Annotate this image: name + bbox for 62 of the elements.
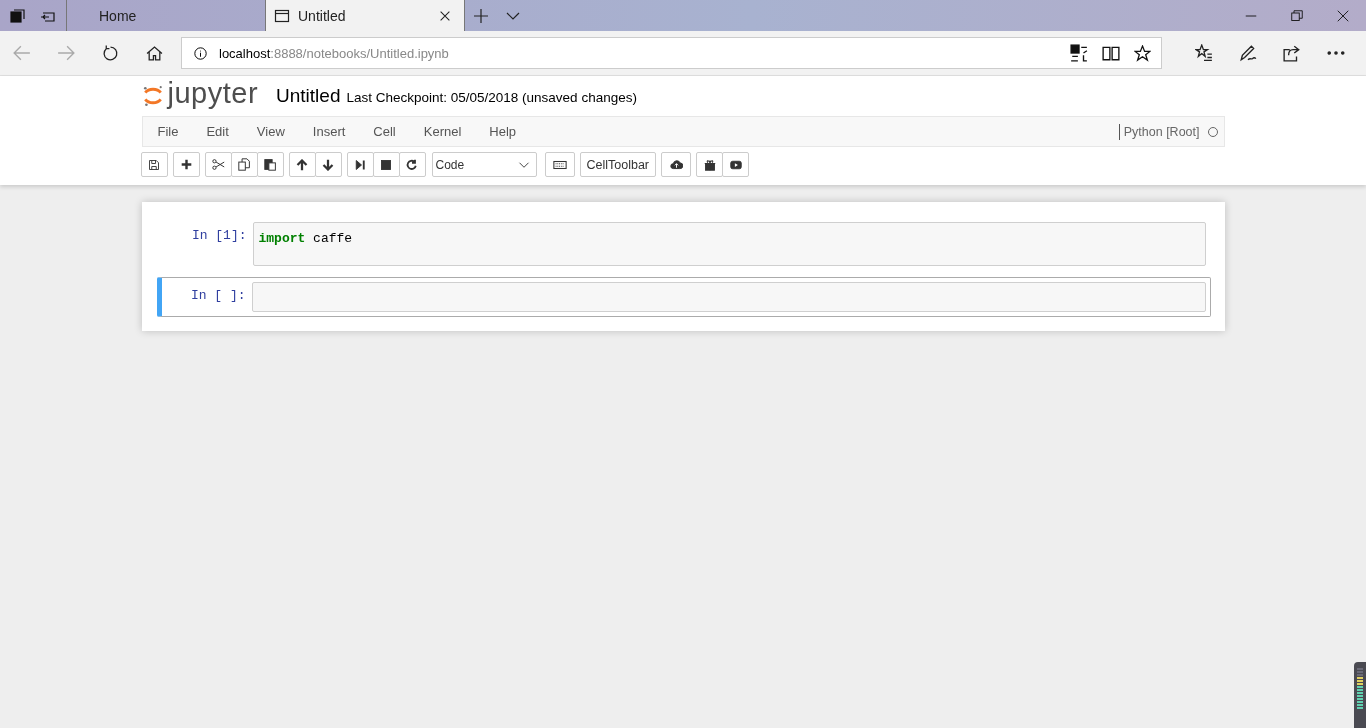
level-meter-drawing bbox=[1354, 662, 1366, 728]
video-play-icon bbox=[729, 158, 742, 171]
input-prompt: In [ ]: bbox=[189, 287, 247, 303]
info-icon bbox=[194, 46, 207, 60]
move-up-button[interactable] bbox=[288, 152, 316, 177]
plus-icon bbox=[180, 159, 192, 170]
upload-button[interactable] bbox=[661, 152, 692, 177]
menu-item[interactable]: View bbox=[242, 124, 299, 139]
gift-icon bbox=[703, 158, 716, 171]
share-icon[interactable] bbox=[1283, 44, 1301, 62]
refresh-icon[interactable] bbox=[101, 44, 119, 62]
video-button[interactable] bbox=[722, 152, 750, 177]
code-input-field[interactable]: import caffe bbox=[252, 222, 1206, 266]
star-icon[interactable] bbox=[1134, 44, 1151, 62]
notebook-cell[interactable]: In [ ]: bbox=[156, 277, 1211, 317]
pen-icon[interactable] bbox=[1239, 44, 1257, 62]
arrow-down-icon bbox=[322, 158, 334, 171]
insert-cell-button[interactable] bbox=[172, 152, 200, 177]
arrow-up-icon bbox=[296, 158, 308, 171]
address-bar[interactable]: localhost:8888/notebooks/Untitled.ipynb bbox=[181, 37, 1162, 69]
move-down-button[interactable] bbox=[314, 152, 342, 177]
input-prompt: In [1]: bbox=[190, 227, 248, 243]
jupyter-logo-text[interactable]: jupyter bbox=[167, 78, 259, 108]
scissors-icon bbox=[211, 158, 225, 171]
menu-item[interactable]: Help bbox=[475, 124, 531, 139]
notebook-name[interactable]: Untitled bbox=[276, 85, 341, 107]
celltoolbar-button[interactable]: CellToolbar bbox=[579, 152, 657, 177]
menu-item[interactable]: Insert bbox=[298, 124, 360, 139]
close-icon[interactable] bbox=[1337, 9, 1349, 22]
cloud-upload-icon bbox=[669, 158, 683, 171]
page-icon bbox=[274, 7, 290, 24]
copy-icon bbox=[237, 158, 251, 171]
paste-button[interactable] bbox=[256, 152, 284, 177]
restore-icon[interactable] bbox=[1291, 9, 1303, 22]
menu-item[interactable]: Kernel bbox=[409, 124, 476, 139]
browser-tab[interactable]: Untitled bbox=[266, 0, 465, 31]
copy-button[interactable] bbox=[230, 152, 258, 177]
code-input-field[interactable] bbox=[251, 282, 1206, 312]
refresh-icon bbox=[406, 158, 418, 171]
step-forward-icon bbox=[354, 158, 366, 171]
reading-view-icon[interactable] bbox=[1102, 44, 1120, 62]
home-icon[interactable] bbox=[145, 44, 163, 62]
favorites-list-icon[interactable] bbox=[1195, 44, 1213, 62]
jupyter-logo-icon[interactable] bbox=[141, 85, 164, 107]
stop-button[interactable] bbox=[372, 152, 400, 177]
run-button[interactable] bbox=[346, 152, 374, 177]
kernel-name: Python [Root] bbox=[1123, 124, 1200, 139]
menu-item[interactable]: File bbox=[143, 124, 193, 139]
clipboard-icon bbox=[263, 158, 277, 171]
command-palette-button[interactable] bbox=[544, 152, 575, 177]
notebook-cell[interactable]: In [1]: import caffe bbox=[161, 217, 1211, 271]
cell-type-dropdown[interactable]: Code bbox=[431, 152, 537, 177]
plus-icon[interactable] bbox=[473, 7, 489, 24]
checkpoint-status: Last Checkpoint: 05/05/2018 (unsaved changes) bbox=[346, 90, 637, 105]
restart-button[interactable] bbox=[398, 152, 426, 177]
cut-button[interactable] bbox=[204, 152, 232, 177]
tabs-stack-icon[interactable] bbox=[10, 7, 26, 24]
menu-item[interactable]: Cell bbox=[359, 124, 410, 139]
save-button[interactable] bbox=[140, 152, 168, 177]
stop-icon bbox=[380, 158, 392, 171]
gift-button[interactable] bbox=[696, 152, 724, 177]
menu-item[interactable]: Edit bbox=[192, 124, 243, 139]
